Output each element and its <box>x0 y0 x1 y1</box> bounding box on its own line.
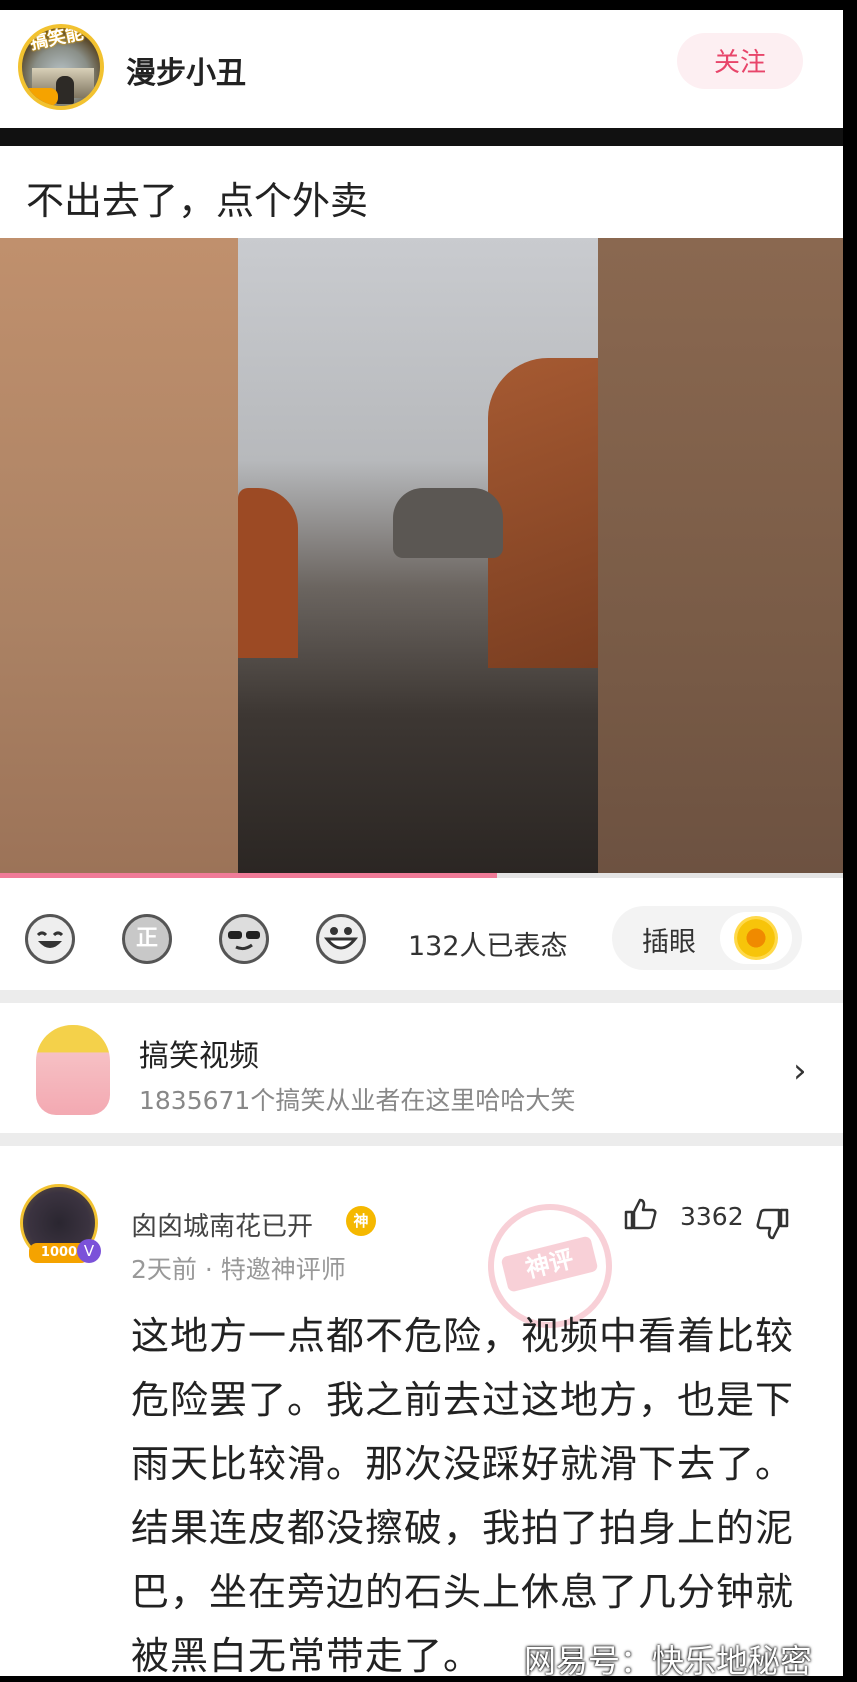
laugh-cry-emoji-svg <box>36 931 64 948</box>
zheng-emoji-icon[interactable]: 正 <box>122 914 172 964</box>
grin-emoji-svg <box>323 927 359 950</box>
thumbs-down-svg <box>756 1208 789 1240</box>
thumbs-down-icon[interactable] <box>755 1198 791 1242</box>
laugh-cry-emoji-icon[interactable] <box>25 914 75 964</box>
god-comment-stamp-text: 神评 <box>500 1235 599 1293</box>
cool-sunglasses-emoji-icon[interactable] <box>219 914 269 964</box>
commenter-avatar[interactable]: 1000 V <box>20 1184 101 1263</box>
sunflower-icon <box>734 916 778 960</box>
bookmark-pill[interactable]: 插眼 <box>612 906 802 970</box>
post-header: 搞笑能手 漫步小丑 关注 <box>0 10 843 128</box>
chevron-right-icon[interactable]: › <box>793 1051 807 1091</box>
watermark: 网易号：快乐地秘密 <box>524 1642 813 1680</box>
rock-top <box>393 488 503 558</box>
app-frame: 搞笑能手 漫步小丑 关注 不出去了，点个外卖 正 132人已表态 插眼 搞笑视频… <box>0 10 843 1676</box>
comment-text: 这地方一点都不危险，视频中看着比较危险罢了。我之前去过这地方，也是下雨天比较滑。… <box>131 1314 795 1676</box>
video-blur-right <box>598 238 843 873</box>
thumbs-up-svg <box>624 1198 657 1230</box>
channel-description: 1835671个搞笑从业者在这里哈哈大笑 <box>139 1086 576 1115</box>
video-blur-left <box>0 238 238 873</box>
avatar-level-tag <box>22 88 58 106</box>
avatar[interactable]: 搞笑能手 <box>18 24 104 110</box>
top-comment: 1000 V 囟囟城南花已开 神 2天前 · 特邀神评师 神评 3362 这地方… <box>0 1146 843 1676</box>
divider <box>0 990 843 1003</box>
divider <box>0 1133 843 1146</box>
channel-avatar <box>36 1025 110 1115</box>
like-count: 3362 <box>680 1202 744 1231</box>
rock-left <box>238 488 298 658</box>
avatar-badge: 搞笑能手 <box>28 24 103 55</box>
channel-name: 搞笑视频 <box>139 1039 259 1074</box>
verified-icon: V <box>77 1239 101 1263</box>
follow-button[interactable]: 关注 <box>677 33 803 89</box>
sunglasses-svg <box>228 931 260 951</box>
grin-emoji-icon[interactable] <box>316 914 366 964</box>
channel-card[interactable]: 搞笑视频 1835671个搞笑从业者在这里哈哈大笑 › <box>0 1003 843 1133</box>
post-title: 不出去了，点个外卖 <box>26 179 369 223</box>
rock-right <box>488 358 598 668</box>
shen-badge-icon: 神 <box>346 1206 376 1236</box>
bookmark-pill-label: 插眼 <box>642 927 696 958</box>
commenter-name[interactable]: 囟囟城南花已开 <box>131 1206 313 1243</box>
comment-meta: 2天前 · 特邀神评师 <box>131 1255 346 1284</box>
reaction-count[interactable]: 132人已表态 <box>408 924 568 963</box>
username[interactable]: 漫步小丑 <box>126 48 246 92</box>
reaction-bar: 正 132人已表态 插眼 <box>0 878 843 990</box>
video-frame[interactable] <box>238 238 598 873</box>
zheng-emoji-text: 正 <box>135 926 158 951</box>
video-player[interactable] <box>0 238 843 873</box>
avatar-person <box>56 76 74 104</box>
thumbs-up-icon[interactable] <box>622 1196 658 1240</box>
divider <box>0 128 843 146</box>
sunflower-button[interactable] <box>720 912 792 964</box>
